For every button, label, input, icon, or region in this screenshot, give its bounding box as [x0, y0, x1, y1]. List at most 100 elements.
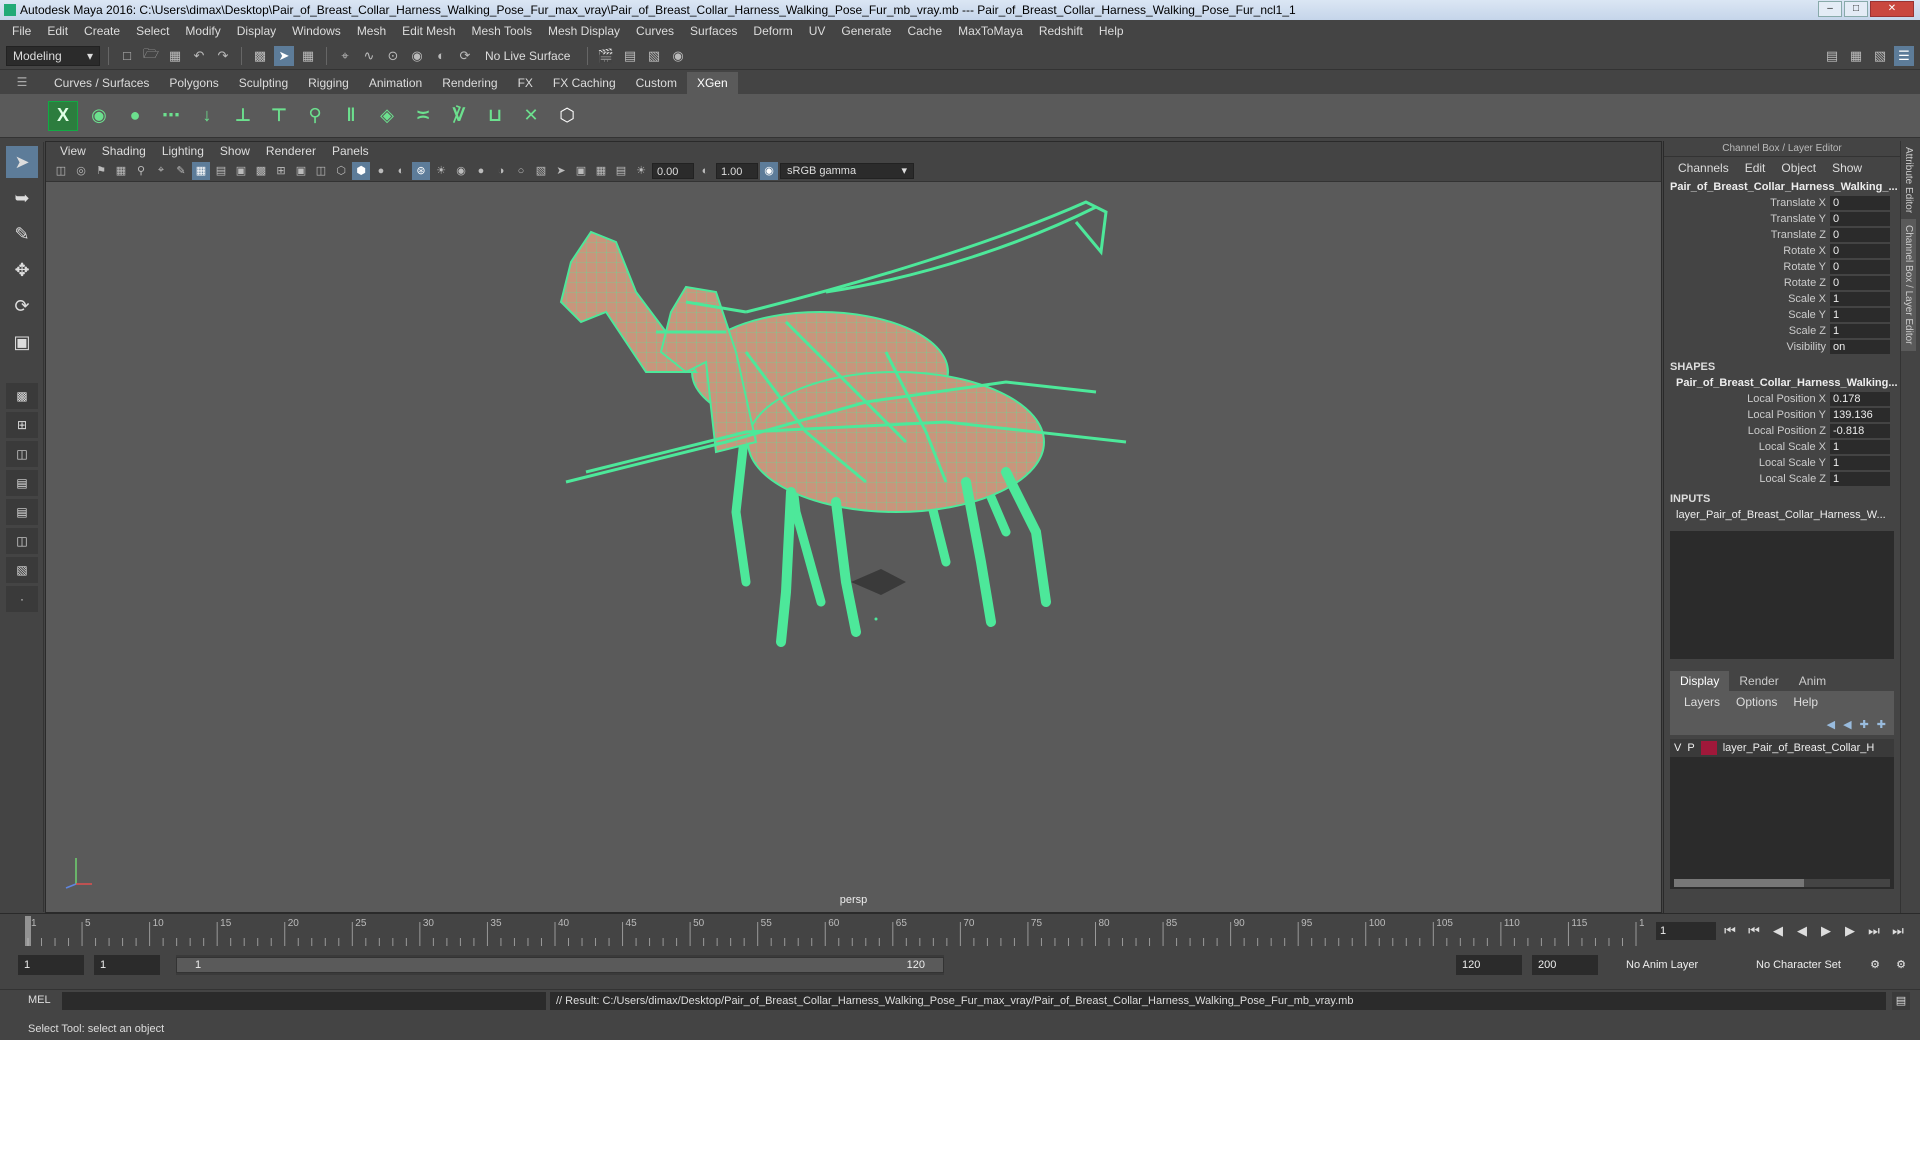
menu-mesh[interactable]: Mesh	[349, 24, 394, 38]
move-tool-icon[interactable]: ✥	[6, 254, 38, 286]
exposure-field[interactable]: 0.00	[652, 162, 694, 179]
menu-surfaces[interactable]: Surfaces	[682, 24, 745, 38]
shape-attribute-value[interactable]: 139.136	[1830, 408, 1890, 422]
channel-attribute-row[interactable]: Scale X 1	[1664, 291, 1900, 307]
menu-maxtomaya[interactable]: MaxToMaya	[950, 24, 1031, 38]
xgen-groom-comb-icon[interactable]: ⊔	[480, 101, 510, 131]
tab-display[interactable]: Display	[1670, 671, 1730, 691]
horse-harness-model[interactable]	[46, 182, 1661, 912]
character-set-dropdown[interactable]: No Character Set	[1750, 955, 1860, 975]
paint-select-tool-icon[interactable]: ✎	[6, 218, 38, 250]
snap-view-icon[interactable]: ◉	[407, 46, 427, 66]
menu-cache[interactable]: Cache	[899, 24, 950, 38]
menu-redshift[interactable]: Redshift	[1031, 24, 1091, 38]
maximize-button[interactable]: □	[1844, 1, 1868, 17]
cb-menu-edit[interactable]: Edit	[1737, 161, 1774, 175]
antialiasing-icon[interactable]: ▣	[572, 162, 590, 180]
minimize-button[interactable]: –	[1818, 1, 1842, 17]
toggle-panel-icon[interactable]: ▦	[1846, 46, 1866, 66]
xgen-editor-icon[interactable]: X	[48, 100, 78, 131]
channel-attribute-value[interactable]: 0	[1830, 244, 1890, 258]
menu-select[interactable]: Select	[128, 24, 177, 38]
live-surface-field[interactable]: No Live Surface	[479, 45, 579, 66]
textured-icon[interactable]: ◉	[452, 162, 470, 180]
render-settings-icon[interactable]: ▧	[644, 46, 664, 66]
move-layer-down-icon[interactable]: ◀	[1843, 718, 1851, 731]
xgen-guide-to-curve-icon[interactable]: ‖	[336, 101, 366, 131]
xgen-groom-cut-icon[interactable]: ✕	[516, 101, 546, 131]
cb-menu-show[interactable]: Show	[1824, 161, 1870, 175]
shape-attribute-value[interactable]: 1	[1830, 456, 1890, 470]
xgen-layer-icon[interactable]: ◈	[372, 101, 402, 131]
motion-blur-icon[interactable]: ▧	[532, 162, 550, 180]
vp-menu-lighting[interactable]: Lighting	[154, 144, 212, 158]
undo-icon[interactable]: ↶	[189, 46, 209, 66]
channel-attribute-row[interactable]: Translate Z 0	[1664, 227, 1900, 243]
image-plane-icon[interactable]: ▦	[112, 162, 130, 180]
shape-attribute-value[interactable]: 0.178	[1830, 392, 1890, 406]
tab-channel-box-layer-editor[interactable]: Channel Box / Layer Editor	[1901, 219, 1916, 351]
channel-attribute-value[interactable]: on	[1830, 340, 1890, 354]
gamma-icon[interactable]: ◐	[696, 162, 714, 180]
range-slider[interactable]: 1 120	[176, 955, 944, 975]
layer-editor-toggle-icon[interactable]: ☰	[1894, 45, 1914, 66]
tab-fx[interactable]: FX	[508, 72, 543, 94]
play-backwards-icon[interactable]: ◀	[1792, 923, 1812, 939]
step-forward-key-icon[interactable]: ⏭	[1864, 923, 1884, 939]
snap-curve-icon[interactable]: ∿	[359, 46, 379, 66]
step-back-frame-icon[interactable]: ◀	[1768, 923, 1788, 939]
hypershade-icon[interactable]: ◉	[668, 46, 688, 66]
xgen-splines-icon[interactable]: ⬡	[552, 101, 582, 131]
default-material-icon[interactable]: ●	[372, 162, 390, 180]
menu-edit-mesh[interactable]: Edit Mesh	[394, 24, 463, 38]
xgen-sculpt-guide-icon[interactable]: ⊤	[264, 101, 294, 131]
anim-prefs-icon[interactable]: ⚙	[1864, 955, 1886, 975]
persp-outliner-layout-icon[interactable]: ◫	[6, 441, 38, 467]
select-hierarchy-icon[interactable]: ▩	[250, 46, 270, 66]
perspective-viewport[interactable]: View Shading Lighting Show Renderer Pane…	[45, 141, 1662, 913]
xgen-preview-icon[interactable]: ◉	[84, 101, 114, 131]
lock-camera-icon[interactable]: ⚲	[132, 162, 150, 180]
vp-menu-renderer[interactable]: Renderer	[258, 144, 324, 158]
tab-xgen[interactable]: XGen	[686, 72, 738, 94]
le-menu-help[interactable]: Help	[1785, 695, 1826, 709]
layer-playback-toggle[interactable]: P	[1687, 742, 1694, 754]
hypershade-layout-icon[interactable]: ▤	[6, 499, 38, 525]
channel-attribute-row[interactable]: Scale Z 1	[1664, 323, 1900, 339]
channel-attribute-value[interactable]: 1	[1830, 292, 1890, 306]
shape-attribute-row[interactable]: Local Scale X 1	[1664, 439, 1900, 455]
shelf-menu-icon[interactable]: ☰	[0, 70, 44, 94]
film-gate-toggle-icon[interactable]: ▤	[212, 162, 230, 180]
tab-curves-surfaces[interactable]: Curves / Surfaces	[44, 72, 159, 94]
time-slider[interactable]: 1 5 10 15 20 25 30 35 40 45 50 55 60 65 70 75 80 85 90 95 10…	[0, 913, 1920, 949]
menu-generate[interactable]: Generate	[833, 24, 899, 38]
menu-help[interactable]: Help	[1091, 24, 1132, 38]
animation-end-field[interactable]: 200	[1532, 955, 1598, 975]
wireframe-icon[interactable]: ⬡	[332, 162, 350, 180]
shape-attribute-row[interactable]: Local Scale Z 1	[1664, 471, 1900, 487]
object-name[interactable]: Pair_of_Breast_Collar_Harness_Walking_..…	[1664, 179, 1900, 195]
tab-custom[interactable]: Custom	[626, 72, 687, 94]
depth-of-field-icon[interactable]: ▦	[592, 162, 610, 180]
tab-rendering[interactable]: Rendering	[432, 72, 507, 94]
make-live-icon[interactable]: ⟳	[455, 46, 475, 66]
xray-icon[interactable]: ⊛	[412, 161, 430, 180]
vp-menu-show[interactable]: Show	[212, 144, 258, 158]
exposure-icon[interactable]: ☀	[632, 162, 650, 180]
field-chart-icon[interactable]: ⊞	[272, 162, 290, 180]
channel-attribute-row[interactable]: Scale Y 1	[1664, 307, 1900, 323]
channel-attribute-row[interactable]: Translate X 0	[1664, 195, 1900, 211]
menu-file[interactable]: File	[4, 24, 39, 38]
outliner-layout-icon[interactable]: ◫	[6, 528, 38, 554]
cb-menu-object[interactable]: Object	[1773, 161, 1824, 175]
workspace-icon[interactable]: ▤	[1822, 46, 1842, 66]
xgen-guide-icon[interactable]: ⋯	[156, 101, 186, 131]
playback-end-field[interactable]: 120	[1456, 955, 1522, 975]
channel-attribute-value[interactable]: 0	[1830, 260, 1890, 274]
shape-attribute-value[interactable]: 1	[1830, 440, 1890, 454]
menu-deform[interactable]: Deform	[745, 24, 800, 38]
shape-attribute-row[interactable]: Local Position Z -0.818	[1664, 423, 1900, 439]
xgen-create-description-icon[interactable]: ●	[120, 101, 150, 131]
vp-menu-shading[interactable]: Shading	[94, 144, 154, 158]
play-forwards-icon[interactable]: ▶	[1816, 923, 1836, 939]
